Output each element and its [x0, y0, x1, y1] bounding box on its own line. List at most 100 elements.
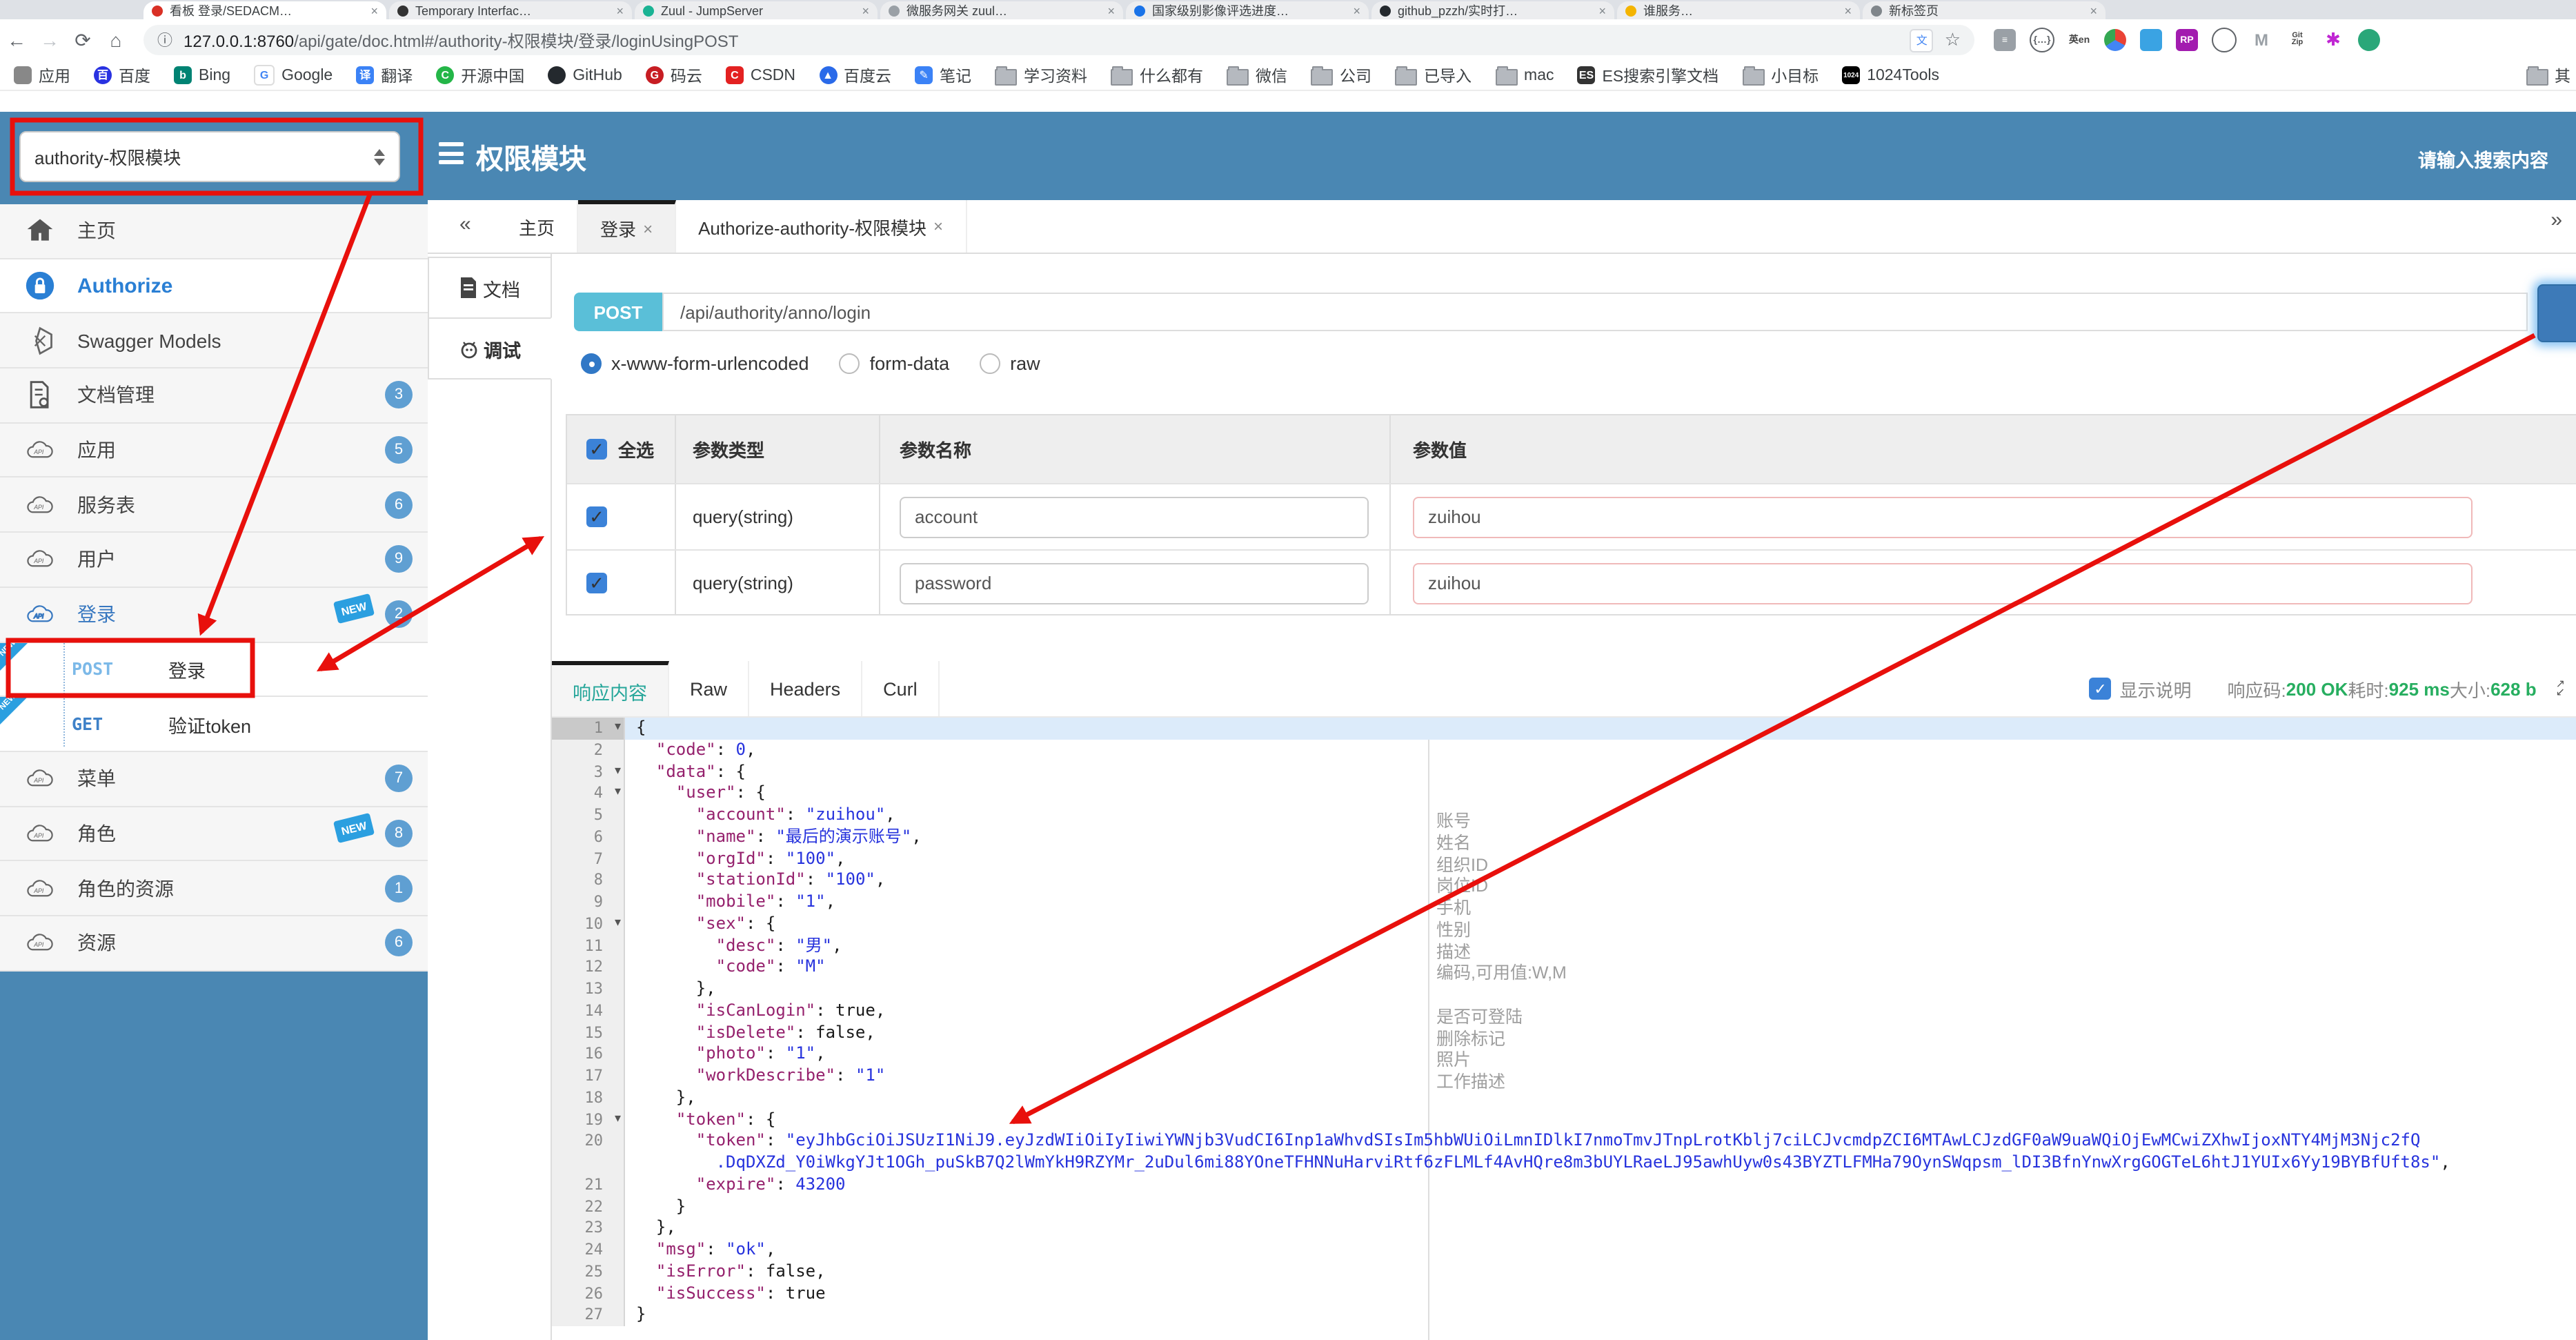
content-tab-2[interactable]: Authorize-authority-权限模块 × — [676, 200, 967, 253]
response-tab-1[interactable]: Raw — [669, 661, 750, 716]
tab-close-icon[interactable]: × — [1353, 3, 1360, 17]
body-type-option-2[interactable]: raw — [980, 353, 1040, 374]
tab-close-icon[interactable]: × — [1844, 3, 1852, 17]
bookmark-item[interactable]: 百百度 — [94, 64, 150, 86]
expand-tabs-icon[interactable]: » — [2550, 208, 2562, 232]
bookmark-item[interactable]: C CSDN — [725, 66, 795, 84]
fold-caret-icon[interactable]: ▾ — [615, 762, 621, 778]
mockplus-extension-icon[interactable]: M — [2250, 29, 2272, 51]
send-button[interactable]: 发 — [2537, 284, 2576, 342]
bookmark-item[interactable]: 小目标 — [1742, 64, 1819, 86]
chrome-colored-extension-icon[interactable] — [2104, 29, 2126, 51]
param-row-checkbox[interactable]: ✓ — [586, 506, 607, 527]
collapse-tabs-icon[interactable]: « — [459, 213, 471, 236]
endpoint-path-input[interactable]: /api/authority/anno/login — [662, 293, 2528, 331]
back-icon[interactable]: ← — [0, 29, 33, 51]
browser-tab[interactable]: 谁服务… × — [1617, 1, 1860, 19]
body-type-option-1[interactable]: form-data — [839, 353, 949, 374]
reader-extension-icon[interactable]: ≡ — [1994, 29, 2016, 51]
param-name-input[interactable]: account — [900, 496, 1369, 538]
tab-close-icon[interactable]: × — [1107, 3, 1115, 17]
browser-tab[interactable]: 国家级别影像评选进度… × — [1126, 1, 1369, 19]
browser-tab[interactable]: Temporary Interfac… × — [389, 1, 632, 19]
bookmark-item[interactable]: ES ES搜索引擎文档 — [1577, 64, 1718, 86]
browser-tab[interactable]: Zuul - JumpServer × — [635, 1, 878, 19]
radio-icon[interactable] — [839, 353, 860, 374]
tab-debug[interactable]: 调试 — [428, 317, 552, 380]
home-icon[interactable]: ⌂ — [99, 29, 132, 51]
show-desc-checkbox[interactable]: ✓ — [2089, 678, 2112, 700]
tab-doc[interactable]: 文档 — [428, 257, 552, 319]
forward-icon[interactable]: → — [33, 29, 66, 51]
radio-icon[interactable] — [581, 353, 602, 374]
header-search-placeholder[interactable]: 请输入搜索内容 — [2418, 145, 2548, 173]
sidebar-item-角色[interactable]: API 角色 NEW 8 — [0, 807, 428, 862]
gitzip-extension-icon[interactable]: Git Zip — [2286, 29, 2308, 51]
sidebar-item-authorize[interactable]: Authorize — [0, 259, 428, 314]
browser-tab[interactable]: 微服务网关 zuul… × — [880, 1, 1123, 19]
bookmark-item[interactable]: ✎ 笔记 — [915, 64, 971, 86]
asterisk-extension-icon[interactable]: ✱ — [2322, 29, 2344, 51]
bookmark-item[interactable]: GitHub — [548, 66, 622, 84]
sidebar-item-应用[interactable]: API 应用 5 — [0, 423, 428, 478]
response-tab-3[interactable]: Curl — [862, 661, 940, 716]
bookmark-item[interactable]: G Google — [254, 65, 333, 86]
bookmark-item[interactable]: ▲ 百度云 — [819, 64, 891, 86]
sidebar-item-用户[interactable]: API 用户 9 — [0, 533, 428, 588]
avatar-extension-icon[interactable] — [2358, 29, 2380, 51]
bookmark-item[interactable]: b Bing — [174, 66, 230, 84]
browser-tab[interactable]: github_pzzh/实时打… × — [1371, 1, 1614, 19]
tab-close-icon[interactable]: × — [643, 219, 653, 238]
tab-close-icon[interactable]: × — [862, 3, 869, 17]
sidebar-item-资源[interactable]: API 资源 6 — [0, 916, 428, 972]
select-all-checkbox[interactable]: ✓ — [586, 438, 607, 460]
module-select[interactable]: authority-权限模块 — [19, 131, 400, 182]
response-tab-2[interactable]: Headers — [749, 661, 863, 716]
bookmark-item[interactable]: 微信 — [1227, 64, 1287, 86]
response-tab-0[interactable]: 响应内容 — [552, 661, 669, 716]
param-value-input[interactable]: zuihou — [1413, 562, 2473, 604]
bookmark-item[interactable]: 1024 1024Tools — [1842, 66, 1939, 84]
browser-tab[interactable]: 看板 登录/SEDACM… × — [143, 1, 386, 19]
bookmark-item[interactable]: 学习资料 — [995, 64, 1087, 86]
bookmark-item[interactable]: 什么都有 — [1111, 64, 1203, 86]
translate-page-icon[interactable]: 文 — [1910, 28, 1934, 52]
fold-caret-icon[interactable]: ▾ — [615, 915, 621, 930]
param-row-checkbox[interactable]: ✓ — [586, 572, 607, 593]
tab-close-icon[interactable]: × — [370, 3, 378, 17]
bookmark-item[interactable]: mac — [1495, 66, 1554, 85]
oval-ring-extension-icon[interactable] — [2212, 28, 2237, 52]
body-type-option-0[interactable]: x-www-form-urlencoded — [581, 353, 809, 374]
sidebar-item-服务表[interactable]: API 服务表 6 — [0, 477, 428, 533]
bookmark-star-icon[interactable]: ☆ — [1945, 29, 1961, 51]
bookmark-item[interactable]: 公司 — [1311, 64, 1371, 86]
tab-close-icon[interactable]: × — [2090, 3, 2097, 17]
menu-hamburger-icon[interactable] — [439, 142, 464, 164]
content-tab-1[interactable]: 登录 × — [578, 200, 677, 253]
tab-close-icon[interactable]: × — [616, 3, 624, 17]
fold-caret-icon[interactable]: ▾ — [615, 719, 621, 734]
reload-icon[interactable]: ⟳ — [66, 28, 99, 52]
sidebar-item-主页[interactable]: 主页 — [0, 204, 428, 259]
browser-tab[interactable]: 新标签页 × — [1863, 1, 2106, 19]
page-info-icon[interactable]: ⓘ — [157, 29, 172, 51]
bookmark-overflow-folder[interactable]: 其 — [2526, 61, 2570, 91]
fullscreen-icon[interactable]: ↗ ↙ — [2556, 678, 2565, 698]
tab-close-icon[interactable]: × — [1598, 3, 1606, 17]
code-editor[interactable]: 1 ▾{2 "code": 0, 3 ▾ "data": {4 ▾ "user": {5… — [552, 718, 2576, 1340]
radio-icon[interactable] — [980, 353, 1001, 374]
translate-en-extension-icon[interactable]: 英en — [2068, 29, 2090, 51]
bookmark-item[interactable]: C 开源中国 — [436, 64, 524, 86]
bookmark-item[interactable]: G 码云 — [645, 64, 702, 86]
sidebar-item-登录[interactable]: API 登录 NEW 2 — [0, 587, 428, 642]
param-value-input[interactable]: zuihou — [1413, 496, 2473, 538]
sidebar-item-swagger-models[interactable]: Swagger Models — [0, 313, 428, 369]
json-brace-extension-icon[interactable]: {…} — [2030, 28, 2054, 52]
sidebar-item-角色的资源[interactable]: API 角色的资源 1 — [0, 861, 428, 916]
fold-caret-icon[interactable]: ▾ — [615, 1110, 621, 1125]
axure-rp-extension-icon[interactable]: RP — [2176, 29, 2198, 51]
bookmark-item[interactable]: 已导入 — [1395, 64, 1472, 86]
bookmark-item[interactable]: 译翻译 — [356, 64, 413, 86]
fold-caret-icon[interactable]: ▾ — [615, 785, 621, 800]
url-bar[interactable]: ⓘ 127.0.0.1:8760/api/gate/doc.html#/auth… — [143, 25, 1974, 55]
